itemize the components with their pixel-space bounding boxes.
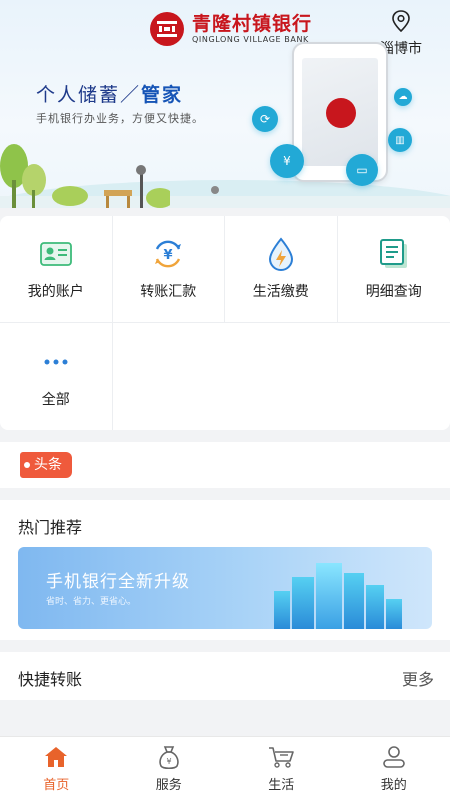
headline-tag: 头条 — [20, 452, 72, 478]
menu-item-detail-query[interactable]: 明细查询 — [337, 216, 450, 323]
bottom-tab-bar: 首页 ¥ 服务 生活 我的 — [0, 736, 450, 800]
wallet-circle-icon: ▭ — [346, 154, 378, 186]
account-card-icon — [39, 237, 72, 271]
menu-label-utility-payment: 生活缴费 — [252, 284, 309, 300]
bank-logo-icon — [150, 12, 184, 46]
tab-home[interactable]: 首页 — [0, 737, 113, 800]
menu-item-transfer[interactable]: ¥ 转账汇款 — [112, 216, 225, 323]
bank-logo: 青隆村镇银行 QINGLONG VILLAGE BANK — [150, 12, 312, 46]
slogan-prefix: 个人储蓄／ — [36, 84, 142, 106]
phone-logo-icon — [326, 98, 356, 128]
quick-menu: 我的账户 ¥ 转账汇款 生活缴费 明细查询 全部 — [0, 216, 450, 430]
carousel-indicator[interactable] — [211, 186, 219, 194]
more-dots-icon — [42, 345, 70, 379]
tab-mine[interactable]: 我的 — [338, 737, 450, 800]
menu-empty-cell — [338, 323, 450, 430]
bank-name-cn: 青隆村镇银行 — [192, 12, 313, 35]
menu-item-all[interactable]: 全部 — [0, 323, 113, 430]
tab-label-life: 生活 — [268, 778, 295, 793]
menu-item-my-account[interactable]: 我的账户 — [0, 216, 113, 323]
tab-life[interactable]: 生活 — [225, 737, 338, 800]
yuan-card-circle-icon: ¥ — [270, 144, 304, 178]
quick-transfer-title: 快捷转账 — [18, 670, 83, 689]
location-pin-icon — [392, 10, 410, 33]
cloud-circle-icon: ☁ — [394, 88, 412, 106]
menu-empty-cell — [113, 323, 226, 430]
home-icon — [43, 744, 69, 770]
chart-circle-icon: ▥ — [388, 128, 412, 152]
banner-slogan: 个人储蓄／管家 — [36, 80, 183, 107]
upgrade-promo-banner[interactable]: 手机银行全新升级 省时、省力、更省心。 — [18, 547, 432, 629]
tab-service[interactable]: ¥ 服务 — [113, 737, 226, 800]
svg-text:¥: ¥ — [164, 248, 173, 263]
tab-label-home: 首页 — [43, 778, 70, 793]
document-list-icon — [379, 237, 409, 271]
trees-illustration — [0, 144, 170, 208]
quick-transfer-more-link[interactable]: 更多 — [402, 666, 434, 690]
phone-screen — [302, 58, 378, 166]
quick-transfer-section: 快捷转账 更多 — [0, 652, 450, 700]
menu-label-detail-query: 明细查询 — [365, 284, 422, 300]
water-bolt-icon — [267, 237, 295, 271]
svg-text:¥: ¥ — [166, 757, 171, 766]
headline-bar[interactable]: 头条 — [0, 442, 450, 488]
user-icon — [381, 744, 407, 770]
tab-label-service: 服务 — [155, 778, 182, 793]
service-bag-icon: ¥ — [157, 744, 181, 770]
promo-subtitle: 省时、省力、更省心。 — [46, 597, 137, 607]
menu-item-utility-payment[interactable]: 生活缴费 — [225, 216, 338, 323]
header-banner: 青隆村镇银行 QINGLONG VILLAGE BANK 淄博市 个人储蓄／管家… — [0, 0, 450, 208]
tab-label-mine: 我的 — [380, 778, 407, 793]
bank-name-en: QINGLONG VILLAGE BANK — [192, 34, 309, 44]
refresh-circle-icon: ⟳ — [252, 106, 278, 132]
hot-recommend-title: 热门推荐 — [18, 518, 83, 537]
transfer-yuan-icon: ¥ — [151, 237, 185, 271]
shopping-cart-icon — [267, 744, 295, 770]
menu-label-all: 全部 — [41, 391, 70, 408]
menu-empty-cell — [225, 323, 338, 430]
menu-label-my-account: 我的账户 — [27, 284, 84, 300]
banner-sub-slogan: 手机银行办业务，方便又快捷。 — [36, 112, 204, 125]
hot-recommend-section: 热门推荐 手机银行全新升级 省时、省力、更省心。 — [0, 500, 450, 640]
promo-title: 手机银行全新升级 — [46, 572, 190, 592]
menu-label-transfer: 转账汇款 — [140, 284, 197, 300]
slogan-highlight: 管家 — [141, 84, 184, 106]
